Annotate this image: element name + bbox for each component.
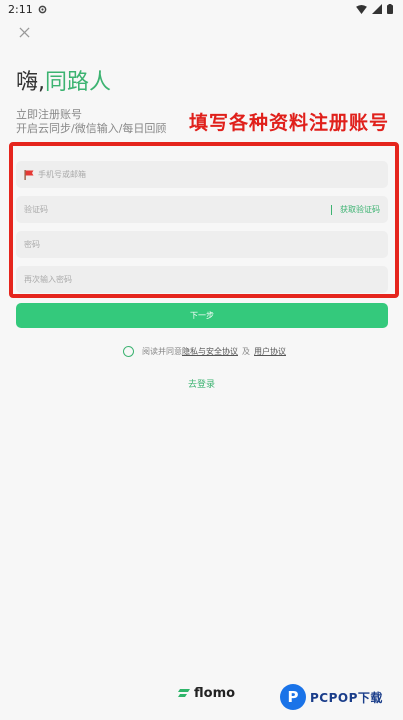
verification-code-input[interactable]: [24, 205, 323, 214]
status-time: 2:11: [8, 2, 33, 16]
greeting-accent: 同路人: [45, 70, 112, 95]
page-title: 嗨,同路人: [16, 64, 111, 96]
subtitle-line1: 立即注册账号: [16, 108, 82, 121]
get-code-button[interactable]: 获取验证码: [340, 204, 380, 215]
password-field[interactable]: [16, 231, 388, 258]
close-icon: [18, 26, 30, 38]
confirm-password-input[interactable]: [24, 275, 380, 284]
close-button[interactable]: [14, 22, 34, 42]
password-input[interactable]: [24, 240, 380, 249]
code-divider: [331, 204, 332, 215]
confirm-password-field[interactable]: [16, 266, 388, 293]
flomo-logo-icon: [178, 689, 190, 697]
status-bar: 2:11: [0, 0, 403, 18]
login-link[interactable]: 去登录: [0, 377, 403, 390]
agreement-row: 阅读并同意 隐私与安全协议 及 用户协议: [123, 345, 286, 357]
status-left: 2:11: [8, 3, 47, 16]
user-agreement-link[interactable]: 用户协议: [254, 346, 286, 357]
battery-icon: [387, 4, 393, 14]
watermark: P PCPOP下载: [280, 684, 383, 710]
phone-email-field[interactable]: [16, 161, 388, 188]
flomo-logo-text: flomo: [194, 686, 236, 701]
verification-code-field[interactable]: 获取验证码: [16, 196, 388, 223]
phone-email-input[interactable]: [38, 170, 380, 179]
watermark-p-icon: P: [280, 684, 306, 710]
signal-icon: [372, 4, 382, 14]
agreement-prefix: 阅读并同意: [142, 346, 182, 356]
settings-icon: [38, 5, 47, 13]
greeting-prefix: 嗨,: [16, 70, 45, 95]
next-button[interactable]: 下一步: [16, 303, 388, 328]
flag-icon: [24, 169, 34, 180]
status-right: [356, 4, 393, 14]
page-subtitle: 立即注册账号 开启云同步/微信输入/每日回顾: [16, 108, 166, 136]
annotation-text: 填写各种资料注册账号: [189, 112, 390, 134]
agreement-and: 及: [242, 346, 250, 356]
wifi-icon: [356, 4, 367, 14]
watermark-text: PCPOP下载: [310, 690, 383, 705]
privacy-policy-link[interactable]: 隐私与安全协议: [182, 346, 238, 357]
footer-logo: flomo: [178, 686, 235, 701]
agree-checkbox[interactable]: [123, 345, 134, 357]
subtitle-line2: 开启云同步/微信输入/每日回顾: [16, 122, 167, 135]
